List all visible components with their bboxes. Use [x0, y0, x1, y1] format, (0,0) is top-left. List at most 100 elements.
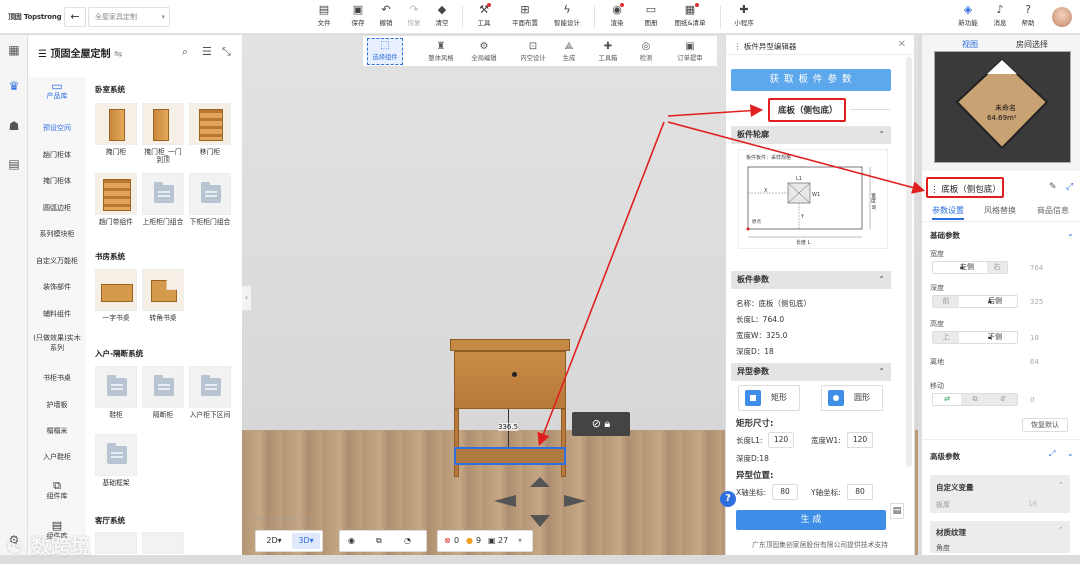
- toolbox-tool[interactable]: ✚ 工具箱: [590, 40, 626, 62]
- category-item[interactable]: 入户鞋柜: [28, 452, 86, 462]
- back-button[interactable]: ←: [64, 7, 86, 27]
- width-value[interactable]: 764: [1030, 264, 1043, 272]
- mode-3d-button[interactable]: 3D▾: [292, 533, 320, 549]
- cabinet-icon[interactable]: ▤: [5, 155, 23, 173]
- album-button[interactable]: ▭ 图册: [633, 3, 669, 27]
- category-item[interactable]: 书柜书桌: [28, 373, 86, 383]
- arrow-right-icon[interactable]: [564, 495, 586, 507]
- expand-icon[interactable]: ⤢: [1066, 182, 1073, 192]
- product-card[interactable]: [142, 532, 184, 554]
- minimap[interactable]: 未命名 64.69m²: [934, 51, 1071, 163]
- w1-input[interactable]: 120: [847, 432, 873, 448]
- navigation-arrows[interactable]: [490, 475, 590, 530]
- depth-anchor-toggle[interactable]: 前 🔒︎ 后侧: [932, 295, 1018, 308]
- l1-input[interactable]: 120: [768, 432, 794, 448]
- drag-handle-icon[interactable]: ⋮: [734, 42, 744, 51]
- rect-shape-button[interactable]: 矩形: [738, 385, 800, 411]
- category-item[interactable]: 趟门柜体: [28, 150, 86, 160]
- category-item[interactable]: 圆弧边柜: [28, 203, 86, 213]
- fetch-board-params-button[interactable]: 获 取 板 件 参 数: [731, 69, 891, 91]
- params-section-header[interactable]: 板件参数 ⌃: [731, 271, 891, 289]
- arrow-left-icon[interactable]: [494, 495, 516, 507]
- cube-icon[interactable]: ⧉: [376, 531, 382, 551]
- arrow-down-icon[interactable]: [530, 515, 550, 527]
- mode-2d-button[interactable]: 2D▾: [260, 533, 288, 549]
- product-card[interactable]: 下柜柜门组合: [189, 173, 231, 226]
- move-z-icon[interactable]: ⇵: [989, 394, 1017, 405]
- product-card[interactable]: 一字书桌: [95, 269, 137, 322]
- selected-bottom-board[interactable]: [454, 447, 566, 465]
- search-icon[interactable]: ⌕: [182, 45, 188, 59]
- category-item[interactable]: 装饰部件: [28, 282, 86, 292]
- expand-icon[interactable]: ⤢: [1049, 449, 1055, 459]
- product-card[interactable]: 掩门柜_一门到顶: [142, 103, 184, 164]
- category-item[interactable]: 榻榻米: [28, 426, 86, 436]
- depth-value[interactable]: 325: [1030, 298, 1043, 306]
- product-card[interactable]: 转角书桌: [142, 269, 184, 322]
- smart-design-button[interactable]: ϟ 智能设计: [549, 3, 585, 27]
- select-component-tool[interactable]: ⬚ 选择组件: [367, 38, 403, 65]
- tab-params[interactable]: 参数设置: [932, 205, 964, 220]
- move-toggle[interactable]: ⇄ ⧉ ⇵: [932, 393, 1018, 406]
- category-item[interactable]: 掩门柜体: [28, 176, 86, 186]
- product-card[interactable]: 入户柜下区间: [189, 366, 231, 419]
- shape-section-header[interactable]: 异型参数 ⌃: [731, 363, 891, 381]
- global-edit-tool[interactable]: ⚙ 全局编辑: [466, 40, 502, 62]
- close-icon[interactable]: ✕: [898, 39, 906, 50]
- overall-style-tool[interactable]: ♜ 整体风格: [423, 40, 459, 62]
- height-value[interactable]: 18: [1030, 334, 1039, 342]
- product-card[interactable]: 隔断柜: [142, 366, 184, 419]
- move-value[interactable]: 0: [1030, 396, 1034, 404]
- check-tool[interactable]: ◎ 检测: [628, 40, 664, 62]
- outline-section-header[interactable]: 板件轮廓 ⌃: [731, 126, 891, 144]
- editor-scrollbar[interactable]: [906, 57, 912, 467]
- category-item[interactable]: 自定义万能柜: [28, 256, 86, 266]
- tab-product-library[interactable]: ▭ 产品库: [28, 80, 86, 101]
- move-x-icon[interactable]: ⇄: [933, 394, 961, 405]
- avatar[interactable]: [1052, 7, 1072, 27]
- width-anchor-toggle[interactable]: 🔒︎ 左侧 右: [932, 261, 1008, 274]
- floor-plan-button[interactable]: ⊞ 平面布置: [507, 3, 543, 27]
- clipboard-icon[interactable]: ▤: [890, 503, 904, 519]
- project-select[interactable]: 全屋家具定制 ▾: [88, 7, 170, 27]
- category-item[interactable]: 系列模块柜: [28, 229, 86, 239]
- tab-style-replace[interactable]: 风格替换: [984, 205, 1016, 216]
- generate-button[interactable]: 生 成: [736, 510, 886, 530]
- generate-tool[interactable]: ⟁ 生成: [551, 40, 587, 62]
- product-card[interactable]: 掩门柜: [95, 103, 137, 156]
- help-icon[interactable]: ?: [720, 491, 736, 507]
- status-counts[interactable]: ⊗ 0 ● 9 ▣ 27 ▾: [437, 530, 533, 552]
- y-input[interactable]: 80: [847, 484, 873, 500]
- tab-room-select[interactable]: 房间选择: [1016, 39, 1048, 50]
- toggle-top[interactable]: 上: [933, 332, 959, 343]
- clear-button[interactable]: ◆ 清空: [424, 3, 460, 27]
- collapse-icon[interactable]: ⤡: [222, 45, 231, 59]
- product-card[interactable]: 趟门带组件: [95, 173, 137, 226]
- move-y-icon[interactable]: ⧉: [961, 394, 989, 405]
- category-item[interactable]: (只做效果)实木系列: [28, 333, 86, 353]
- collapse-panel-button[interactable]: ‹: [242, 285, 252, 311]
- lock-icon[interactable]: 🔒︎: [604, 417, 610, 430]
- toggle-front[interactable]: 前: [933, 296, 959, 307]
- category-item[interactable]: 辅料组件: [28, 309, 86, 319]
- chevron-down-icon[interactable]: ⌄: [1067, 229, 1074, 238]
- product-card[interactable]: 基础框架: [95, 434, 137, 487]
- arrow-up-icon[interactable]: [530, 477, 550, 487]
- cabinet-model[interactable]: 336.5: [450, 339, 570, 477]
- filter-icon[interactable]: ☰: [202, 45, 212, 58]
- render-button[interactable]: ◉ 渲染: [599, 3, 635, 27]
- floor-offset-value[interactable]: 64: [1030, 358, 1039, 366]
- eye-icon[interactable]: ◉: [348, 531, 355, 551]
- chevron-up-icon[interactable]: ⌃: [1058, 526, 1064, 534]
- mini-program-button[interactable]: ✚ 小程序: [726, 3, 762, 27]
- drawing-list-button[interactable]: ▦ 图纸&清单: [670, 3, 710, 27]
- new-feature-button[interactable]: ◈ 新功能: [950, 3, 986, 27]
- user-icon[interactable]: ☗: [5, 117, 23, 135]
- crown-icon[interactable]: ♛: [5, 77, 23, 95]
- layers-icon[interactable]: ▦: [5, 41, 23, 59]
- tab-product-info[interactable]: 商品信息: [1037, 205, 1069, 216]
- hide-icon[interactable]: ⊘: [592, 417, 601, 430]
- chevron-up-icon[interactable]: ⌃: [1058, 481, 1064, 489]
- inner-space-tool[interactable]: ⊡ 内空设计: [515, 40, 551, 62]
- product-card[interactable]: [95, 532, 137, 554]
